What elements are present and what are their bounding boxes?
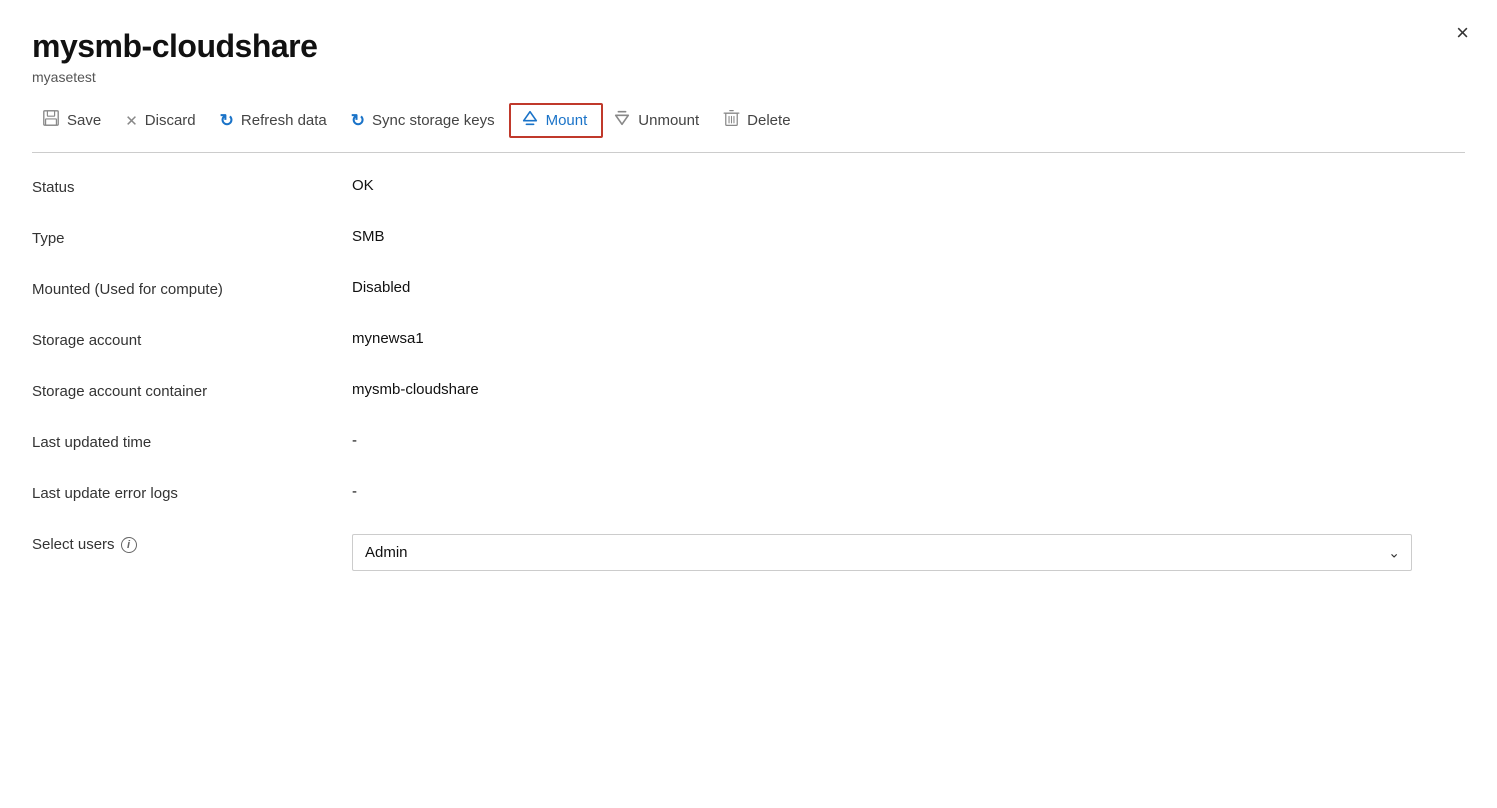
select-users-text: Select users — [32, 536, 115, 553]
save-label: Save — [67, 112, 101, 129]
refresh-icon: ↻ — [220, 111, 234, 131]
select-users-dropdown[interactable]: Admin — [352, 534, 1412, 571]
type-value: SMB — [352, 228, 1465, 245]
unmount-label: Unmount — [638, 112, 699, 129]
mount-button[interactable]: Mount — [509, 103, 604, 138]
type-label: Type — [32, 228, 352, 247]
sync-label: Sync storage keys — [372, 112, 495, 129]
select-users-info-icon[interactable]: i — [121, 537, 137, 553]
delete-icon — [723, 109, 740, 132]
storage-account-label: Storage account — [32, 330, 352, 349]
sync-button[interactable]: ↻ Sync storage keys — [341, 105, 509, 137]
status-value: OK — [352, 177, 1465, 194]
delete-label: Delete — [747, 112, 790, 129]
panel-title: mysmb-cloudshare — [32, 28, 1465, 65]
unmount-icon — [613, 109, 631, 132]
discard-label: Discard — [145, 112, 196, 129]
fields-grid: Status OK Type SMB Mounted (Used for com… — [32, 177, 1465, 571]
storage-container-label: Storage account container — [32, 381, 352, 400]
close-button[interactable]: × — [1456, 22, 1469, 44]
detail-panel: × mysmb-cloudshare myasetest Save ✕ Disc… — [0, 0, 1497, 808]
mounted-label: Mounted (Used for compute) — [32, 279, 352, 298]
mount-icon — [521, 109, 539, 132]
select-users-wrapper: Admin ⌄ — [352, 534, 1412, 571]
storage-container-value: mysmb-cloudshare — [352, 381, 1465, 398]
last-updated-value: - — [352, 432, 1465, 449]
delete-button[interactable]: Delete — [713, 103, 804, 138]
status-label: Status — [32, 177, 352, 196]
mount-label: Mount — [546, 112, 588, 129]
last-error-label: Last update error logs — [32, 483, 352, 502]
refresh-button[interactable]: ↻ Refresh data — [210, 105, 341, 137]
toolbar: Save ✕ Discard ↻ Refresh data ↻ Sync sto… — [32, 103, 1465, 153]
last-error-value: - — [352, 483, 1465, 500]
select-users-field: Admin ⌄ — [352, 534, 1465, 571]
panel-subtitle: myasetest — [32, 69, 1465, 85]
last-updated-label: Last updated time — [32, 432, 352, 451]
select-users-label: Select users i — [32, 534, 352, 553]
discard-icon: ✕ — [125, 112, 138, 130]
sync-icon: ↻ — [351, 111, 365, 131]
discard-button[interactable]: ✕ Discard — [115, 106, 209, 136]
unmount-button[interactable]: Unmount — [603, 103, 713, 138]
save-button[interactable]: Save — [32, 103, 115, 138]
refresh-label: Refresh data — [241, 112, 327, 129]
mounted-value: Disabled — [352, 279, 1465, 296]
storage-account-value: mynewsa1 — [352, 330, 1465, 347]
save-icon — [42, 109, 60, 132]
